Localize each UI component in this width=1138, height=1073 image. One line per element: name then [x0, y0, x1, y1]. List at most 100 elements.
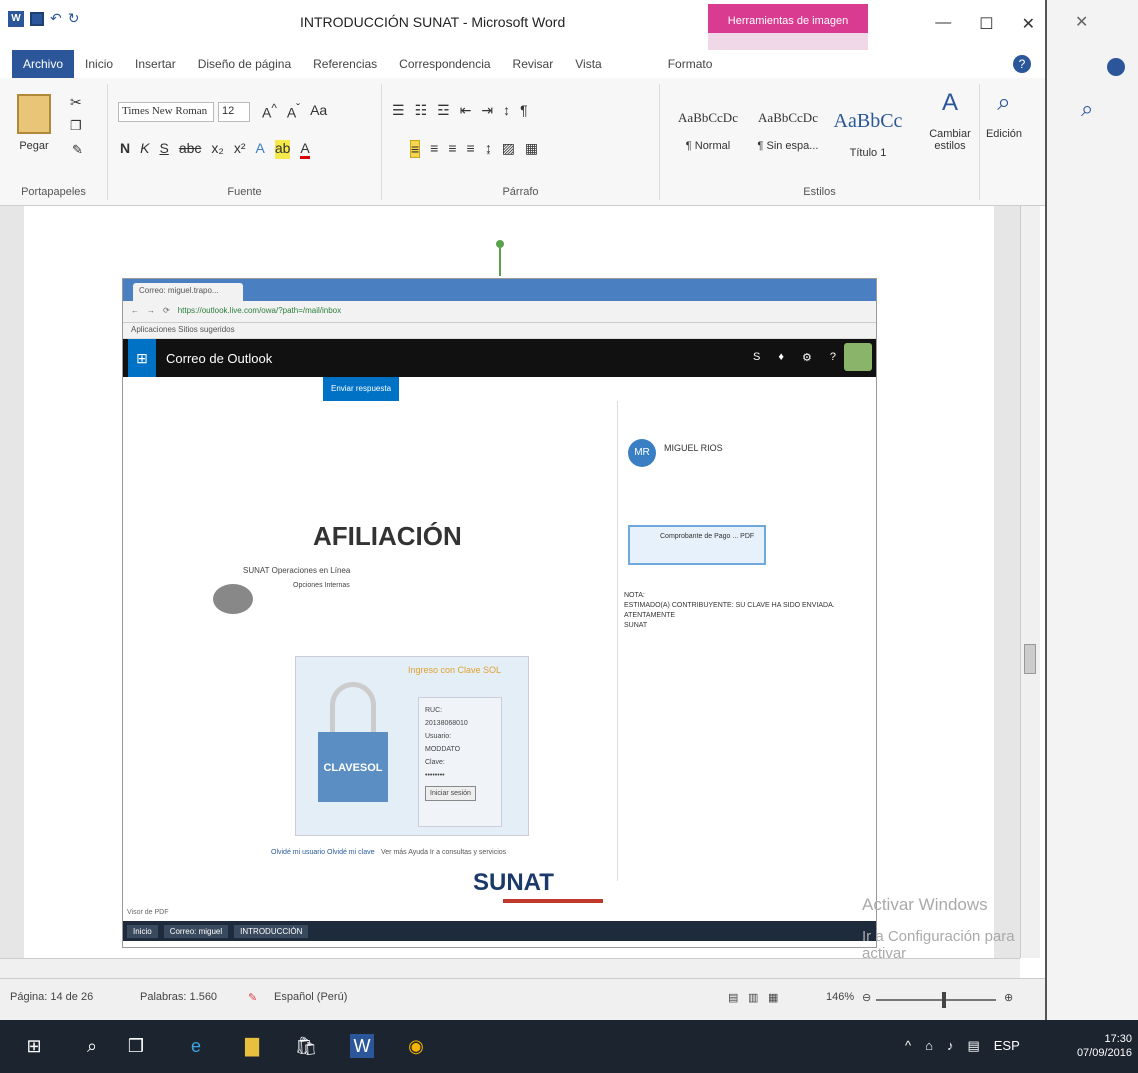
highlight-icon[interactable]: ab	[274, 140, 291, 159]
sunat-ops-text: SUNAT Operaciones en Línea	[243, 566, 351, 575]
clipboard-icon	[17, 94, 51, 134]
italic-icon[interactable]: K	[140, 140, 149, 159]
tab-references[interactable]: Referencias	[302, 50, 388, 78]
inserted-picture[interactable]: Correo: miguel.trapo... ← → ⟳ https://ou…	[122, 278, 877, 948]
shrink-font-icon[interactable]: Aˇ	[287, 102, 300, 121]
language-indicator[interactable]: Español (Perú)	[274, 991, 347, 1003]
strikethrough-icon[interactable]: abc	[179, 140, 202, 159]
align-right-icon[interactable]: ≡	[448, 140, 456, 158]
word-taskbar-icon[interactable]: W	[350, 1034, 374, 1058]
tab-format[interactable]: Formato	[657, 50, 724, 78]
reload-icon: ⟳	[163, 306, 170, 315]
login-title: Ingreso con Clave SOL	[408, 665, 502, 675]
change-styles-button[interactable]: A Cambiar estilos	[926, 88, 974, 152]
web-layout-icon[interactable]: ▦	[768, 991, 778, 1004]
multilevel-list-icon[interactable]: ☲	[437, 102, 450, 119]
style-no-spacing[interactable]: AaBbCcDc ¶ Sin espa...	[748, 88, 828, 170]
page-count[interactable]: Página: 14 de 26	[10, 991, 93, 1003]
find-icon[interactable]: ⌕	[1081, 96, 1093, 122]
proofing-icon[interactable]: ✎	[248, 991, 257, 1004]
format-painter-icon[interactable]: ✎	[72, 142, 83, 158]
text-effects-icon[interactable]: A	[256, 140, 265, 159]
task-view-icon[interactable]: ❒	[124, 1034, 148, 1058]
editing-button[interactable]: ⌕ Edición	[980, 88, 1028, 140]
shading-icon[interactable]: ▨	[502, 140, 515, 158]
scroll-thumb[interactable]	[1024, 644, 1036, 674]
numbering-icon[interactable]: ☷	[415, 102, 428, 119]
network-icon[interactable]: ⌂	[925, 1038, 933, 1054]
tab-home[interactable]: Inicio	[74, 50, 124, 78]
style-heading-1[interactable]: AaBbCc Título 1	[828, 88, 908, 170]
copy-icon[interactable]: ❐	[70, 118, 82, 134]
action-center-icon[interactable]: ▤	[967, 1038, 979, 1054]
justify-icon[interactable]: ≡	[467, 140, 475, 158]
print-layout-icon[interactable]: ▤	[728, 991, 738, 1004]
close-icon[interactable]: ✕	[1022, 14, 1035, 34]
full-screen-icon[interactable]: ▥	[748, 991, 758, 1004]
borders-icon[interactable]: ▦	[525, 140, 538, 158]
increase-indent-icon[interactable]: ⇥	[481, 102, 493, 119]
help-icon[interactable]: ?	[1013, 55, 1031, 73]
chrome-icon[interactable]: ◉	[404, 1034, 428, 1058]
title-bar: W ↶ ↻ INTRODUCCIÓN SUNAT - Microsoft Wor…	[0, 0, 1045, 50]
bullets-icon[interactable]: ☰	[392, 102, 405, 119]
close-icon[interactable]: ✕	[1075, 12, 1088, 32]
show-marks-icon[interactable]: ¶	[520, 102, 528, 119]
zoom-level[interactable]: 146%	[826, 991, 854, 1003]
bold-icon[interactable]: N	[120, 140, 130, 159]
font-size-select[interactable]: 12	[218, 102, 250, 122]
password-label: Clave:	[425, 759, 445, 766]
zoom-in-icon[interactable]: ⊕	[1004, 991, 1013, 1004]
tab-review[interactable]: Revisar	[502, 50, 565, 78]
word-count[interactable]: Palabras: 1.560	[140, 991, 217, 1003]
underline-icon[interactable]: S	[159, 140, 168, 159]
tab-mailings[interactable]: Correspondencia	[388, 50, 501, 78]
undo-icon[interactable]: ↶	[50, 10, 62, 27]
sort-icon[interactable]: ↕	[503, 102, 510, 119]
help-icon[interactable]	[1107, 58, 1125, 76]
zoom-slider-thumb[interactable]	[942, 992, 946, 1008]
store-icon[interactable]: 🛍	[294, 1034, 318, 1058]
maximize-icon[interactable]: ☐	[979, 14, 993, 34]
clock[interactable]: 17:30 07/09/2016	[1077, 1032, 1132, 1060]
edge-icon[interactable]: e	[184, 1034, 208, 1058]
font-color-icon[interactable]: A	[300, 140, 310, 159]
input-language[interactable]: ESP	[994, 1038, 1020, 1054]
tab-file[interactable]: Archivo	[12, 50, 75, 78]
rotate-handle[interactable]	[496, 240, 504, 248]
decrease-indent-icon[interactable]: ⇤	[460, 102, 472, 119]
file-explorer-icon[interactable]: ▇	[240, 1034, 264, 1058]
save-icon[interactable]	[30, 11, 44, 26]
list-buttons: ☰ ☷ ☲ ⇤ ⇥ ↕ ¶	[392, 102, 528, 119]
style-normal[interactable]: AaBbCcDc ¶ Normal	[668, 88, 748, 170]
grow-font-icon[interactable]: A^	[262, 102, 277, 121]
clipboard-group-label: Portapapeles	[21, 186, 86, 198]
tab-insert[interactable]: Insertar	[124, 50, 187, 78]
vertical-scrollbar[interactable]	[1020, 206, 1040, 958]
cut-icon[interactable]: ✂	[70, 94, 82, 111]
show-hidden-icons-icon[interactable]: ^	[905, 1038, 911, 1054]
paste-button[interactable]: Pegar	[10, 90, 58, 160]
tab-page-layout[interactable]: Diseño de página	[187, 50, 302, 78]
tab-view[interactable]: Vista	[564, 50, 612, 78]
sunat-logo: SUNAT	[473, 869, 554, 896]
style-name: ¶ Normal	[685, 140, 731, 152]
start-icon[interactable]: ⊞	[22, 1034, 46, 1058]
redo-icon[interactable]: ↻	[68, 10, 80, 27]
volume-icon[interactable]: ♪	[947, 1038, 954, 1054]
bookmarks-bar: Aplicaciones Sitios sugeridos	[123, 323, 876, 339]
second-word-window[interactable]: ✕ ⌕	[1045, 0, 1138, 1020]
subscript-icon[interactable]: x₂	[211, 140, 223, 159]
sender-name: MIGUEL RIOS	[664, 443, 723, 453]
align-center-icon[interactable]: ≡	[430, 140, 438, 158]
line-spacing-icon[interactable]: ↨	[485, 140, 492, 158]
change-case-icon[interactable]: Aa	[310, 102, 327, 121]
zoom-slider[interactable]	[876, 999, 996, 1001]
font-name-select[interactable]: Times New Roman	[118, 102, 214, 122]
superscript-icon[interactable]: x²	[234, 140, 246, 159]
search-icon[interactable]: ⌕	[80, 1034, 104, 1058]
zoom-out-icon[interactable]: ⊖	[862, 991, 871, 1004]
minimize-icon[interactable]: —	[935, 14, 951, 34]
align-left-icon[interactable]: ≡	[410, 140, 421, 158]
editing-label: Edición	[985, 128, 1023, 140]
